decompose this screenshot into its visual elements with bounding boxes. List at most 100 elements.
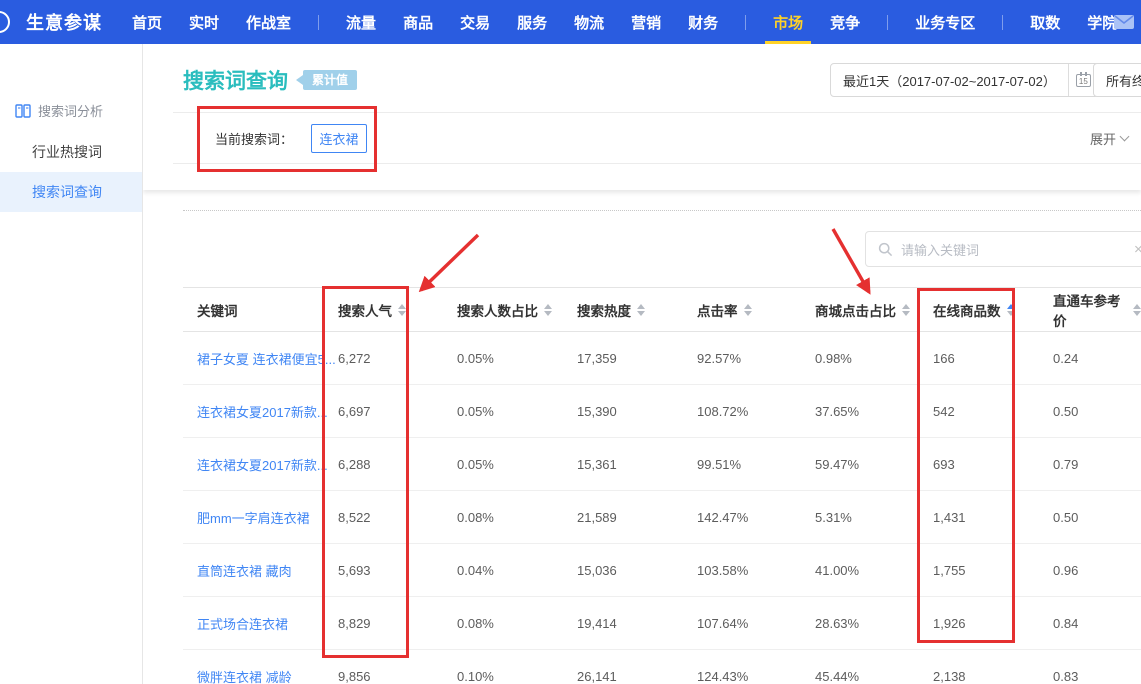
nav-item[interactable]: 物流 — [574, 0, 604, 44]
keyword-link[interactable]: 正式场合连衣裙 — [183, 614, 338, 633]
current-keyword-chip[interactable]: 连衣裙 — [311, 124, 367, 153]
nav-item[interactable]: 市场 — [773, 0, 803, 44]
table-cell: 28.63% — [815, 616, 933, 631]
nav-item[interactable]: 流量 — [346, 0, 376, 44]
table-cell: 2,138 — [933, 669, 1053, 684]
nav-item[interactable]: 业务专区 — [915, 0, 975, 44]
column-label: 搜索人数占比 — [457, 300, 538, 320]
search-placeholder: 请输入关键词 — [901, 240, 979, 259]
table-cell: 1,926 — [933, 616, 1053, 631]
column-label: 点击率 — [697, 300, 738, 320]
sort-icon[interactable] — [398, 304, 406, 316]
table-cell: 0.50 — [1053, 510, 1141, 525]
table-cell: 45.44% — [815, 669, 933, 684]
column-header[interactable]: 点击率 — [697, 300, 815, 320]
sort-icon[interactable] — [744, 304, 752, 316]
table-cell: 103.58% — [697, 563, 815, 578]
expand-toggle[interactable]: 展开 — [1090, 129, 1128, 148]
table-cell: 21,589 — [577, 510, 697, 525]
nav-item[interactable]: 竞争 — [830, 0, 860, 44]
keyword-link[interactable]: 连衣裙女夏2017新款... — [183, 402, 338, 421]
keyword-link[interactable]: 裙子女夏 连衣裙便宜5... — [183, 349, 338, 368]
brand-logo-icon — [0, 11, 10, 33]
column-label: 直通车参考价 — [1053, 290, 1127, 330]
nav-menu: 首页实时作战室流量商品交易服务物流营销财务市场竞争业务专区取数学院 — [132, 0, 1117, 44]
nav-item[interactable]: 商品 — [403, 0, 433, 44]
nav-item[interactable]: 营销 — [631, 0, 661, 44]
nav-item[interactable]: 财务 — [688, 0, 718, 44]
table-cell: 92.57% — [697, 351, 815, 366]
table-cell: 693 — [933, 457, 1053, 472]
table-cell: 0.05% — [457, 404, 577, 419]
column-label: 搜索人气 — [338, 300, 392, 320]
date-range-picker[interactable]: 最近1天（2017-07-02~2017-07-02） 15 — [830, 63, 1099, 97]
table-cell: 6,288 — [338, 457, 457, 472]
keyword-link[interactable]: 连衣裙女夏2017新款... — [183, 455, 338, 474]
table-cell: 6,272 — [338, 351, 457, 366]
table-cell: 5.31% — [815, 510, 933, 525]
column-header[interactable]: 搜索人数占比 — [457, 300, 577, 320]
column-header[interactable]: 搜索热度 — [577, 300, 697, 320]
table-cell: 0.98% — [815, 351, 933, 366]
search-icon — [878, 242, 893, 257]
sidebar-item[interactable]: 行业热搜词 — [0, 132, 142, 172]
table-cell: 0.24 — [1053, 351, 1141, 366]
sycm-app: 生意参谋 首页实时作战室流量商品交易服务物流营销财务市场竞争业务专区取数学院 搜… — [0, 0, 1141, 684]
sort-icon[interactable] — [1133, 304, 1141, 316]
keyword-link[interactable]: 微胖连衣裙 减龄 — [183, 667, 338, 684]
table-cell: 41.00% — [815, 563, 933, 578]
filter-panel: 当前搜索词： 连衣裙 展开 — [173, 112, 1141, 164]
table-cell: 15,390 — [577, 404, 697, 419]
mail-icon[interactable] — [1113, 14, 1135, 35]
sort-icon[interactable] — [637, 304, 645, 316]
nav-item[interactable]: 首页 — [132, 0, 162, 44]
top-nav: 生意参谋 首页实时作战室流量商品交易服务物流营销财务市场竞争业务专区取数学院 — [0, 0, 1141, 44]
table-cell: 0.96 — [1053, 563, 1141, 578]
table-cell: 0.08% — [457, 510, 577, 525]
sidebar-item[interactable]: 搜索词查询 — [0, 172, 142, 212]
nav-item[interactable]: 取数 — [1030, 0, 1060, 44]
table-cell: 0.08% — [457, 616, 577, 631]
sort-icon[interactable] — [1007, 304, 1015, 316]
badge-label: 累计值 — [303, 70, 357, 90]
table-cell: 166 — [933, 351, 1053, 366]
table-cell: 142.47% — [697, 510, 815, 525]
nav-item[interactable]: 服务 — [517, 0, 547, 44]
column-label: 关键词 — [197, 300, 238, 320]
column-header[interactable]: 直通车参考价 — [1053, 290, 1141, 330]
nav-item[interactable]: 实时 — [189, 0, 219, 44]
badge-arrow-icon — [296, 75, 303, 85]
nav-item[interactable]: 交易 — [460, 0, 490, 44]
table-cell: 9,856 — [338, 669, 457, 684]
table-cell: 59.47% — [815, 457, 933, 472]
date-range-label: 最近1天（2017-07-02~2017-07-02） — [831, 71, 1068, 90]
sort-icon[interactable] — [544, 304, 552, 316]
table-cell: 6,697 — [338, 404, 457, 419]
sort-icon[interactable] — [902, 304, 910, 316]
keyword-search-input[interactable]: 请输入关键词 × — [865, 231, 1141, 267]
column-header[interactable]: 搜索人气 — [338, 300, 457, 320]
main-content: 搜索词查询 累计值 最近1天（2017-07-02~2017-07-02） 15… — [143, 44, 1141, 684]
table-cell: 8,522 — [338, 510, 457, 525]
table-cell: 0.84 — [1053, 616, 1141, 631]
page-title: 搜索词查询 — [183, 65, 288, 95]
table-row: 连衣裙女夏2017新款...6,2880.05%15,36199.51%59.4… — [183, 438, 1141, 491]
table-row: 连衣裙女夏2017新款...6,6970.05%15,390108.72%37.… — [183, 385, 1141, 438]
brand-name[interactable]: 生意参谋 — [26, 9, 102, 35]
table-row: 直筒连衣裙 藏肉5,6930.04%15,036103.58%41.00%1,7… — [183, 544, 1141, 597]
expand-label: 展开 — [1090, 129, 1116, 148]
column-header[interactable]: 在线商品数 — [933, 300, 1053, 320]
clear-icon[interactable]: × — [1134, 241, 1141, 258]
keyword-link[interactable]: 肥mm一字肩连衣裙 — [183, 508, 338, 527]
table-row: 正式场合连衣裙8,8290.08%19,414107.64%28.63%1,92… — [183, 597, 1141, 650]
header-card: 搜索词查询 累计值 最近1天（2017-07-02~2017-07-02） 15… — [143, 44, 1141, 190]
nav-item[interactable]: 作战室 — [246, 0, 291, 44]
column-header[interactable]: 商城点击占比 — [815, 300, 933, 320]
table-cell: 5,693 — [338, 563, 457, 578]
table-body: 裙子女夏 连衣裙便宜5...6,2720.05%17,35992.57%0.98… — [183, 332, 1141, 684]
keyword-link[interactable]: 直筒连衣裙 藏肉 — [183, 561, 338, 580]
table-cell: 1,755 — [933, 563, 1053, 578]
terminal-filter-button[interactable]: 所有终端 — [1093, 63, 1141, 97]
table-cell: 15,361 — [577, 457, 697, 472]
table-cell: 99.51% — [697, 457, 815, 472]
